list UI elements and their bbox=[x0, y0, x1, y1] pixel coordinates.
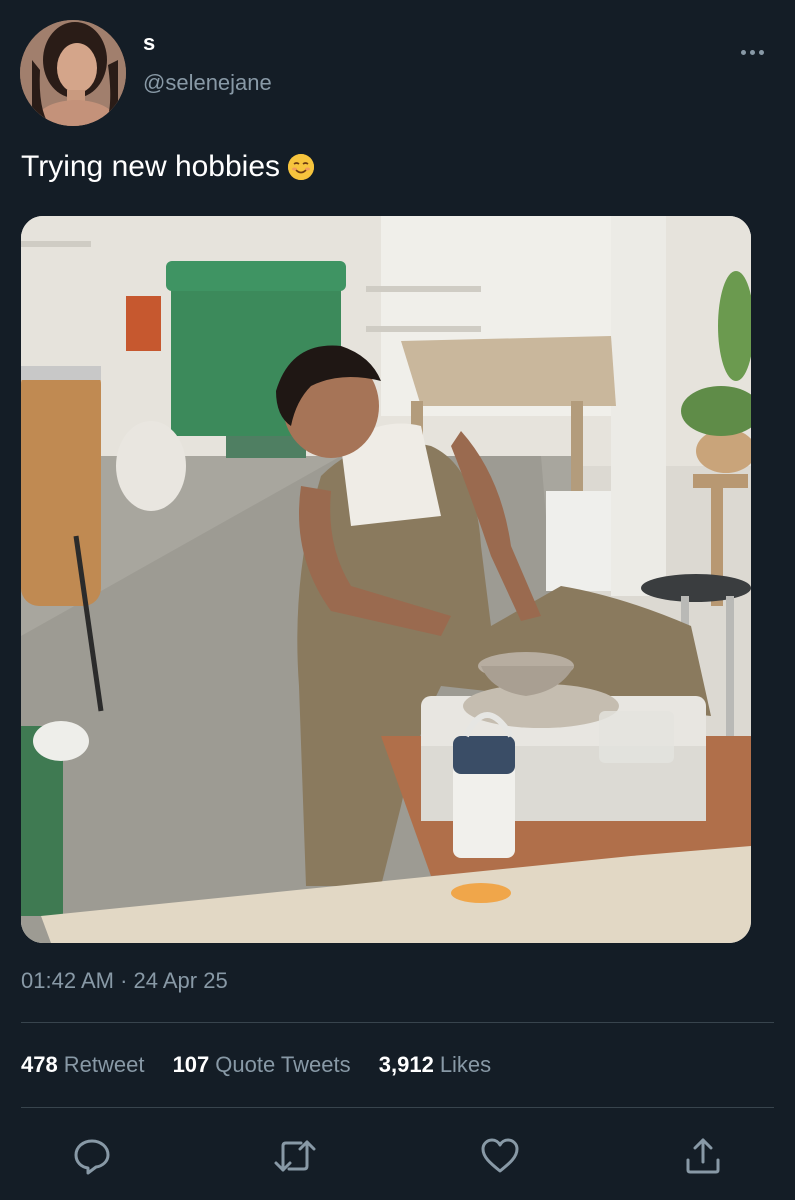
retweets-stat[interactable]: 478 Retweet bbox=[21, 1052, 144, 1077]
quote-label: Quote Tweets bbox=[215, 1052, 351, 1077]
pottery-studio-photo bbox=[21, 216, 751, 943]
reply-icon[interactable] bbox=[70, 1134, 114, 1178]
tweet-actions bbox=[0, 1130, 795, 1182]
dot bbox=[758, 49, 764, 55]
tweet-text: Trying new hobbies bbox=[21, 150, 315, 184]
avatar[interactable] bbox=[20, 20, 126, 126]
retweet-label: Retweet bbox=[63, 1052, 145, 1077]
divider bbox=[21, 1107, 774, 1108]
smiling-face-icon bbox=[288, 154, 315, 180]
retweet-icon[interactable] bbox=[273, 1134, 317, 1178]
retweet-count: 478 bbox=[21, 1052, 58, 1077]
avatar-image bbox=[20, 20, 126, 126]
likes-label: Likes bbox=[439, 1052, 492, 1077]
tweet-photo[interactable] bbox=[21, 216, 751, 943]
quote-tweets-stat[interactable]: 107 Quote Tweets bbox=[173, 1052, 351, 1077]
like-icon[interactable] bbox=[478, 1134, 522, 1178]
tweet-timestamp[interactable]: 01:42 AM · 24 Apr 25 bbox=[21, 968, 228, 994]
user-handle[interactable]: @selenejane bbox=[143, 70, 272, 96]
quote-count: 107 bbox=[172, 1052, 210, 1077]
tweet-stats: 478 Retweet 107 Quote Tweets 3,912 Likes bbox=[21, 1052, 513, 1078]
display-name[interactable]: s bbox=[143, 30, 155, 56]
divider bbox=[21, 1022, 774, 1023]
share-icon[interactable] bbox=[681, 1134, 725, 1178]
likes-count: 3,912 bbox=[378, 1052, 434, 1077]
dot bbox=[740, 49, 746, 55]
more-options-icon[interactable] bbox=[737, 40, 767, 64]
dot bbox=[749, 49, 755, 55]
tweet-text-content: Trying new hobbies bbox=[21, 150, 281, 183]
likes-stat[interactable]: 3,912 Likes bbox=[379, 1052, 491, 1077]
